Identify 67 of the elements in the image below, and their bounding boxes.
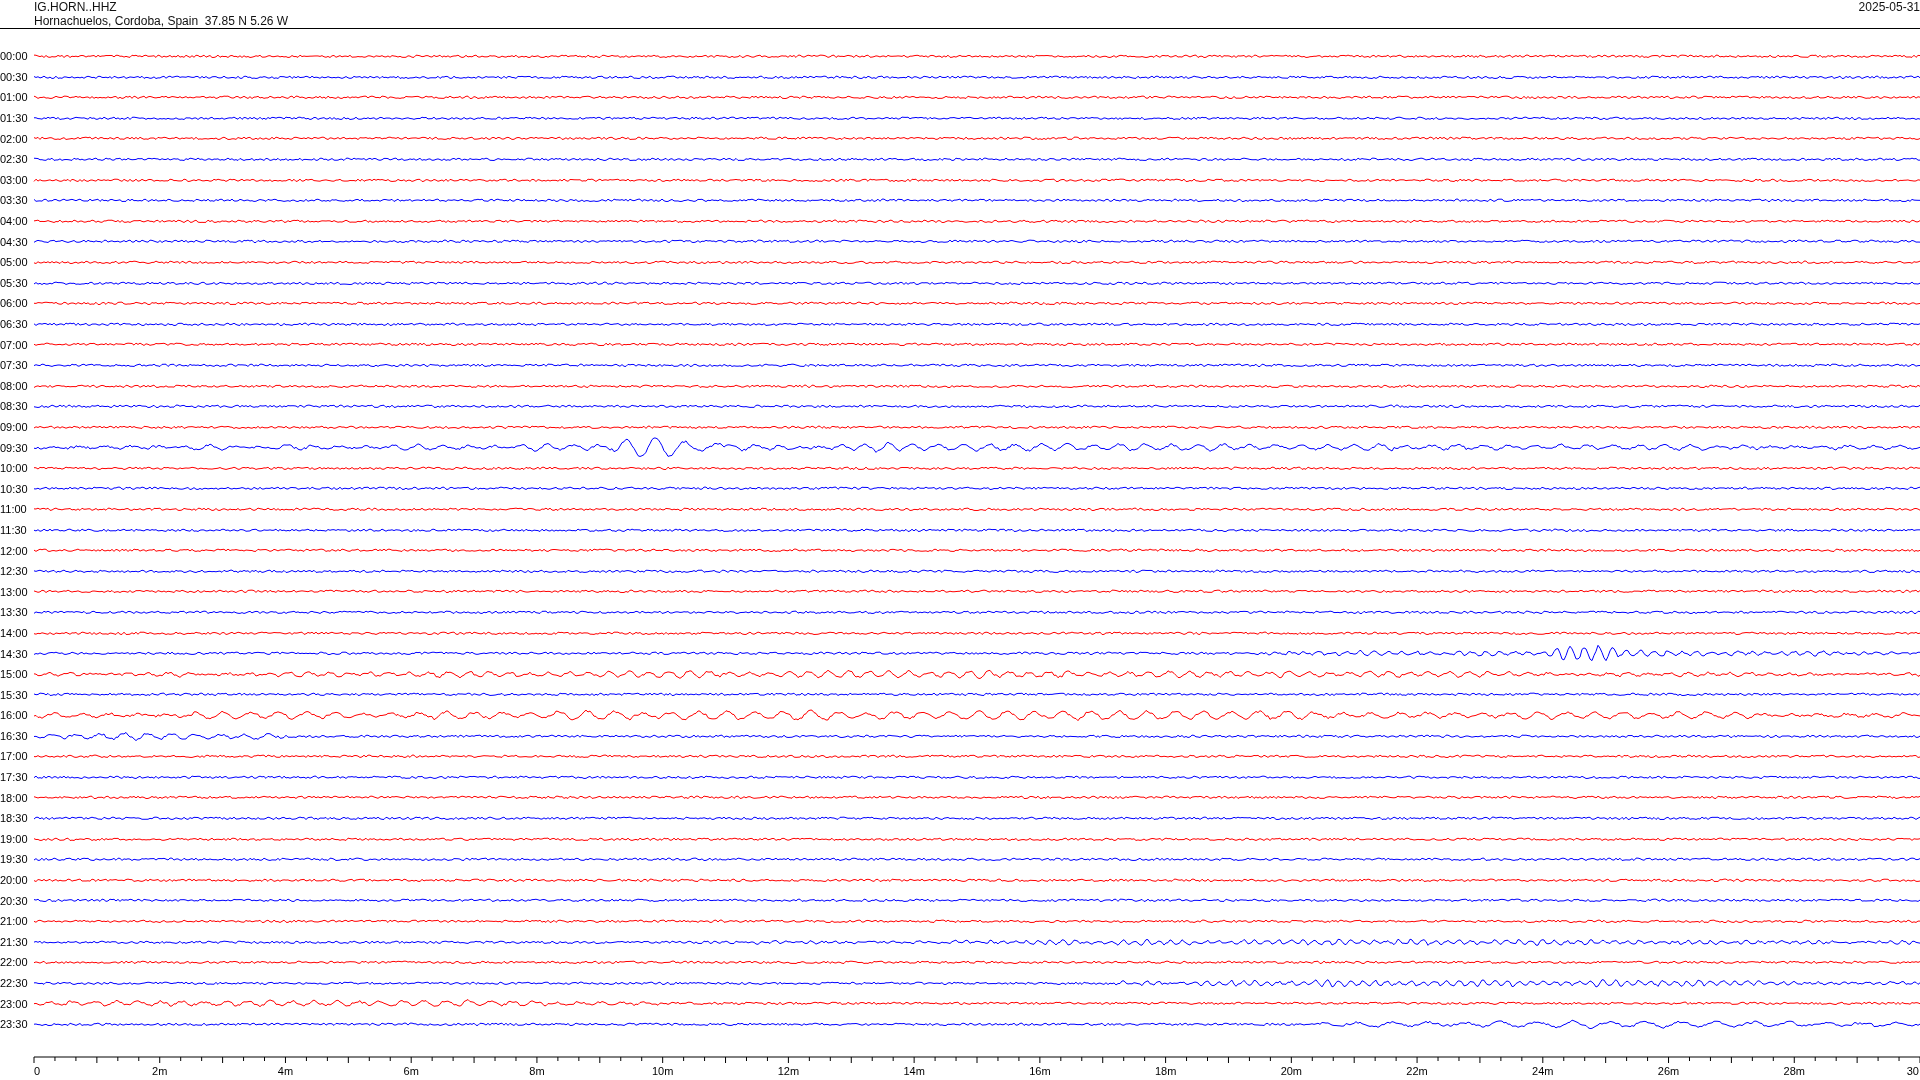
time-label: 07:30 [0, 359, 29, 372]
time-label: 04:00 [0, 215, 29, 228]
time-label: 06:30 [0, 318, 29, 330]
time-label: 14:00 [0, 626, 29, 639]
time-label: 10:00 [0, 462, 29, 475]
time-label: 18:30 [0, 812, 29, 825]
axis-label: 0 [34, 1064, 41, 1077]
axis-label: 4m [277, 1064, 294, 1077]
time-label: 01:00 [0, 91, 29, 104]
axis-label: 2m [152, 1064, 168, 1077]
time-label: 12:00 [0, 544, 29, 557]
time-label: 15:30 [0, 688, 29, 701]
time-label: 22:30 [0, 977, 29, 989]
time-label: 19:30 [0, 853, 29, 866]
time-label: 06:00 [0, 297, 29, 310]
station-location: Hornachuelos, Cordoba, Spain 37.85 N 5.26 W [34, 14, 289, 28]
time-label: 17:30 [0, 771, 29, 784]
time-label: 10:30 [0, 482, 29, 495]
time-label: 08:30 [0, 400, 29, 413]
time-label: 19:00 [0, 832, 29, 845]
time-label: 17:00 [0, 750, 29, 763]
time-label: 11:30 [0, 523, 28, 536]
time-label: 12:30 [0, 565, 29, 578]
time-label: 16:30 [0, 729, 29, 742]
time-label: 08:00 [0, 379, 29, 392]
axis-label: 24m [1532, 1064, 1554, 1077]
station-code: IG.HORN..HHZ [34, 0, 118, 14]
axis-label: 28m [1783, 1064, 1805, 1077]
time-label: 20:00 [0, 874, 29, 887]
time-label: 09:30 [0, 441, 29, 454]
axis-label: 12m [777, 1064, 800, 1077]
time-label: 03:00 [0, 173, 29, 186]
time-label: 01:30 [0, 112, 29, 125]
axis-label: 6m [403, 1064, 419, 1077]
time-label: 23:30 [0, 1018, 29, 1031]
axis-label: 16m [1029, 1064, 1051, 1077]
axis-label: 10m [651, 1064, 674, 1077]
axis-label: 20m [1280, 1064, 1303, 1077]
time-label: 21:30 [0, 935, 29, 948]
time-label: 18:00 [0, 791, 29, 804]
time-label: 09:00 [0, 421, 29, 433]
time-label: 15:00 [0, 668, 29, 681]
time-label: 03:30 [0, 194, 29, 207]
time-label: 13:30 [0, 606, 29, 619]
date-label: 2025-05-31 [1858, 0, 1920, 14]
time-label: 22:00 [0, 956, 29, 969]
axis-label: 22m [1406, 1064, 1428, 1077]
time-label: 14:30 [0, 647, 29, 660]
axis-label: 14m [903, 1064, 925, 1077]
time-label: 07:00 [0, 338, 29, 351]
time-label: 13:00 [0, 585, 29, 598]
axis-label: 30 [1906, 1064, 1919, 1077]
time-label: 02:30 [0, 153, 29, 166]
time-label: 05:00 [0, 256, 29, 269]
time-label: 23:00 [0, 997, 29, 1010]
time-label: 02:00 [0, 132, 29, 145]
axis-label: 18m [1154, 1064, 1177, 1077]
axis-label: 8m [529, 1064, 545, 1077]
axis-label: 26m [1657, 1064, 1680, 1077]
time-label: 16:00 [0, 709, 29, 722]
time-label: 04:30 [0, 235, 29, 248]
time-label: 21:00 [0, 915, 29, 928]
time-label: 20:30 [0, 894, 29, 907]
time-label: 05:30 [0, 276, 29, 289]
time-label: 11:00 [0, 503, 28, 516]
time-label: 00:30 [0, 70, 29, 83]
time-label: 00:00 [0, 50, 29, 63]
